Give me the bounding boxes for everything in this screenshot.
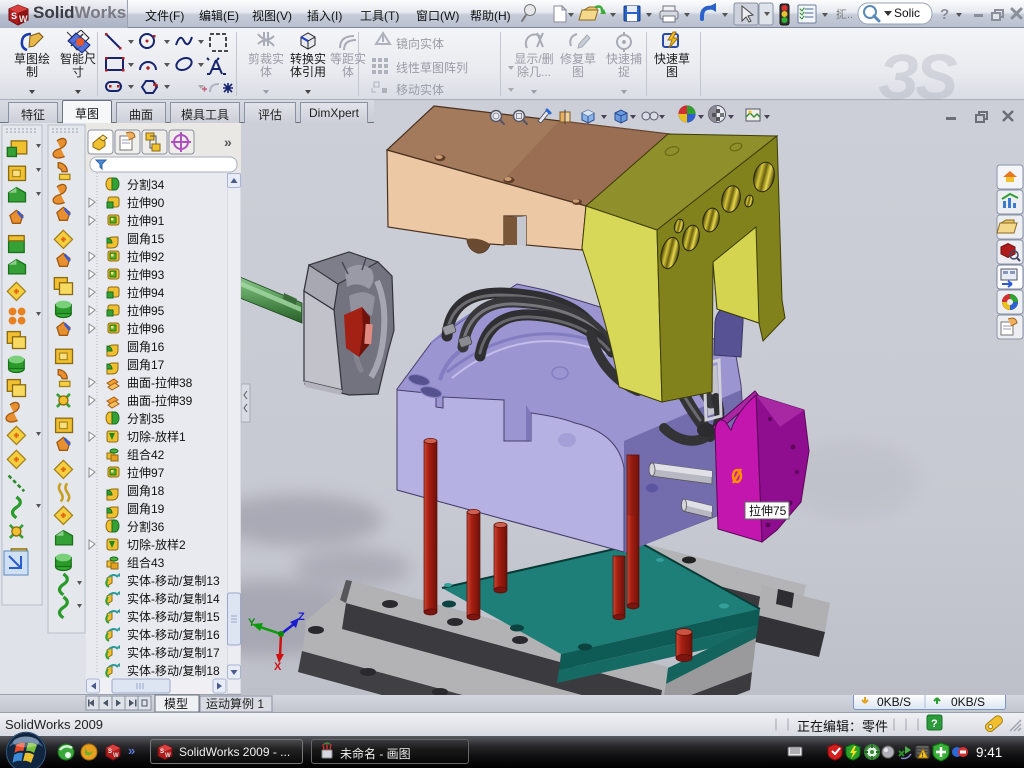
svg-text:拉伸94: 拉伸94: [127, 285, 165, 300]
svg-text:?: ?: [931, 718, 938, 730]
svg-text:圆角18: 圆角18: [127, 484, 165, 498]
svg-text:?: ?: [940, 6, 949, 23]
svg-text:切除-放样1: 切除-放样1: [127, 429, 186, 444]
svg-text:圆角15: 圆角15: [127, 232, 165, 246]
svg-text:!: !: [921, 753, 923, 759]
svg-text:实体-移动/复制15: 实体-移动/复制15: [127, 609, 220, 624]
svg-text:W: W: [165, 753, 171, 759]
svg-text:实体-移动/复制14: 实体-移动/复制14: [127, 591, 220, 606]
svg-text:圆角17: 圆角17: [127, 358, 165, 372]
svg-text:切除-放样2: 切除-放样2: [127, 537, 186, 552]
svg-text:曲面-拉伸39: 曲面-拉伸39: [127, 393, 193, 408]
svg-text:线性草图阵列: 线性草图阵列: [396, 61, 468, 75]
svg-text:S: S: [160, 749, 164, 755]
svg-text:模型: 模型: [164, 697, 188, 711]
svg-text:»: »: [128, 743, 135, 758]
svg-text:W: W: [19, 14, 28, 24]
svg-text:实体-移动/复制18: 实体-移动/复制18: [127, 663, 220, 678]
svg-text:拉伸93: 拉伸93: [127, 267, 165, 282]
svg-text:分割36: 分割36: [127, 519, 165, 534]
svg-text:圆角16: 圆角16: [127, 340, 165, 354]
svg-text:Solic: Solic: [894, 6, 920, 20]
svg-text:拉伸96: 拉伸96: [127, 321, 165, 336]
svg-text:移动实体: 移动实体: [396, 82, 444, 97]
svg-text:S: S: [11, 11, 17, 21]
svg-text:镜向实体: 镜向实体: [396, 36, 444, 51]
svg-text:Y: Y: [248, 617, 256, 629]
svg-text:组合43: 组合43: [127, 555, 165, 570]
svg-text:分割34: 分割34: [127, 177, 165, 192]
svg-text:Z: Z: [298, 611, 305, 623]
svg-text:组合42: 组合42: [127, 447, 165, 462]
svg-text:实体-移动/复制13: 实体-移动/复制13: [127, 573, 220, 588]
svg-text:分割35: 分割35: [127, 411, 165, 426]
svg-text:运动算例 1: 运动算例 1: [206, 696, 264, 711]
svg-text:拉伸92: 拉伸92: [127, 249, 165, 264]
svg-text:X: X: [274, 661, 282, 673]
svg-text:拉伸91: 拉伸91: [127, 213, 165, 228]
svg-text:S: S: [108, 749, 112, 755]
svg-text:拉伸97: 拉伸97: [127, 465, 165, 480]
svg-text:W: W: [113, 753, 119, 759]
svg-text:9:41: 9:41: [976, 745, 1002, 760]
svg-text:实体-移动/复制17: 实体-移动/复制17: [127, 645, 220, 660]
svg-text:拉伸75: 拉伸75: [749, 503, 787, 518]
svg-text:曲面-拉伸38: 曲面-拉伸38: [127, 375, 193, 390]
svg-text:圆角19: 圆角19: [127, 502, 165, 516]
svg-text:㧟..: 㧟..: [836, 7, 853, 21]
svg-text:实体-移动/复制16: 实体-移动/复制16: [127, 627, 220, 642]
svg-text:0KB/S: 0KB/S: [877, 695, 911, 709]
svg-text:0KB/S: 0KB/S: [951, 695, 985, 709]
svg-text:拉伸90: 拉伸90: [127, 195, 165, 210]
svg-text:拉伸95: 拉伸95: [127, 303, 165, 318]
svg-text:»: »: [224, 134, 232, 150]
